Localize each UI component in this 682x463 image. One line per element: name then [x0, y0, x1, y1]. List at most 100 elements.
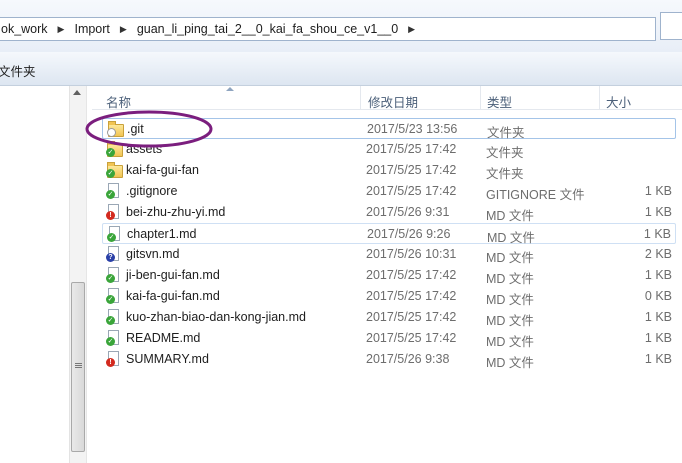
file-date: 2017/5/25 17:42	[366, 331, 457, 345]
column-header-size[interactable]: 大小	[606, 92, 631, 111]
file-date: 2017/5/25 17:42	[366, 268, 457, 282]
file-date: 2017/5/25 17:42	[366, 289, 457, 303]
file-type: MD 文件	[486, 272, 534, 286]
file-date: 2017/5/26 9:31	[366, 205, 450, 219]
file-name: kuo-zhan-biao-dan-kong-jian.md	[126, 310, 306, 324]
file-row[interactable]: ✓ kuo-zhan-biao-dan-kong-jian.md 2017/5/…	[102, 307, 676, 328]
file-icon: ✓	[106, 267, 122, 283]
file-row[interactable]: ! SUMMARY.md 2017/5/26 9:38 MD 文件 1 KB	[102, 349, 676, 370]
ok-check-icon: ✓	[106, 148, 115, 157]
file-name: assets	[126, 142, 163, 156]
file-row[interactable]: ✓ chapter1.md 2017/5/26 9:26 MD 文件 1 KB	[102, 223, 676, 245]
scrollbar-thumb[interactable]	[71, 282, 85, 452]
file-row[interactable]: ✓ ji-ben-gui-fan.md 2017/5/25 17:42 MD 文…	[102, 265, 676, 286]
file-type: 文件夹	[486, 167, 524, 181]
file-type: GITIGNORE 文件	[486, 188, 585, 202]
file-row[interactable]: ✓ kai-fa-gui-fan 2017/5/25 17:42 文件夹	[102, 160, 676, 181]
file-size: 1 KB	[644, 205, 672, 219]
file-name: README.md	[126, 331, 201, 345]
column-header-date[interactable]: 修改日期	[368, 92, 418, 111]
file-size: 1 KB	[644, 268, 672, 282]
address-bar: ok_work ▶ Import ▶ guan_li_ping_tai_2__0…	[0, 0, 682, 52]
folder-icon: ✓	[106, 141, 123, 157]
breadcrumb-item-ok-work[interactable]: ok_work	[0, 22, 54, 36]
column-divider[interactable]	[360, 86, 361, 110]
file-row[interactable]: ✓ README.md 2017/5/25 17:42 MD 文件 1 KB	[102, 328, 676, 349]
file-icon: ?	[106, 246, 122, 262]
ok-check-icon: ✓	[106, 190, 115, 199]
file-type: 文件夹	[486, 146, 524, 160]
file-date: 2017/5/25 17:42	[366, 142, 457, 156]
ok-check-icon: ✓	[106, 169, 115, 178]
file-name: .git	[127, 122, 144, 136]
scroll-up-arrow-icon[interactable]	[73, 90, 81, 95]
file-date: 2017/5/25 17:42	[366, 184, 457, 198]
file-size: 1 KB	[644, 310, 672, 324]
scrollbar-grip-icon	[75, 363, 82, 364]
file-icon: ✓	[106, 309, 122, 325]
file-name: gitsvn.md	[126, 247, 180, 261]
file-icon: !	[106, 351, 122, 367]
file-name: kai-fa-gui-fan	[126, 163, 199, 177]
file-icon: ✓	[106, 330, 122, 346]
unversioned-icon: ?	[106, 253, 115, 262]
file-icon: ✓	[107, 226, 123, 242]
breadcrumb-item-import[interactable]: Import	[70, 22, 115, 36]
file-icon: ✓	[106, 288, 122, 304]
breadcrumb[interactable]: ok_work ▶ Import ▶ guan_li_ping_tai_2__0…	[0, 17, 656, 41]
file-date: 2017/5/23 13:56	[367, 122, 458, 136]
column-header-type[interactable]: 类型	[487, 92, 512, 111]
file-row[interactable]: ✓ assets 2017/5/25 17:42 文件夹	[102, 139, 676, 160]
file-date: 2017/5/25 17:42	[366, 163, 457, 177]
ok-check-icon: ✓	[106, 295, 115, 304]
toolbar: 文件夹	[0, 52, 682, 86]
file-type: MD 文件	[486, 314, 534, 328]
file-row[interactable]: ? gitsvn.md 2017/5/26 10:31 MD 文件 2 KB	[102, 244, 676, 265]
pane-divider[interactable]	[86, 86, 92, 463]
breadcrumb-separator-icon[interactable]: ▶	[54, 24, 71, 35]
sort-ascending-icon	[226, 87, 234, 91]
breadcrumb-separator-icon[interactable]: ▶	[116, 24, 133, 35]
column-header-bar: 名称 修改日期 类型 大小	[92, 86, 682, 110]
file-size: 1 KB	[643, 227, 671, 241]
file-name: .gitignore	[126, 184, 178, 198]
search-box[interactable]	[660, 12, 682, 40]
file-type: MD 文件	[486, 356, 534, 370]
modified-icon: !	[106, 358, 115, 367]
file-row[interactable]: .git 2017/5/23 13:56 文件夹	[102, 118, 676, 140]
file-name: ji-ben-gui-fan.md	[126, 268, 220, 282]
folder-icon	[107, 121, 124, 137]
column-header-name[interactable]: 名称	[106, 92, 131, 111]
file-size: 1 KB	[644, 352, 672, 366]
file-name: chapter1.md	[127, 227, 197, 241]
file-type: MD 文件	[486, 335, 534, 349]
file-date: 2017/5/26 9:26	[367, 227, 451, 241]
folder-icon: ✓	[106, 162, 123, 178]
file-row[interactable]: ! bei-zhu-zhu-yi.md 2017/5/26 9:31 MD 文件…	[102, 202, 676, 223]
file-icon: ✓	[106, 183, 122, 199]
navigation-pane-scrollbar[interactable]	[69, 86, 86, 463]
ok-check-icon: ✓	[107, 233, 116, 242]
breadcrumb-item-current-folder[interactable]: guan_li_ping_tai_2__0_kai_fa_shou_ce_v1_…	[133, 22, 404, 36]
file-name: SUMMARY.md	[126, 352, 209, 366]
ignored-icon	[107, 128, 116, 137]
column-divider[interactable]	[599, 86, 600, 110]
file-type: MD 文件	[486, 209, 534, 223]
file-type: MD 文件	[486, 251, 534, 265]
file-size: 1 KB	[644, 184, 672, 198]
file-name: kai-fa-gui-fan.md	[126, 289, 220, 303]
file-size: 0 KB	[644, 289, 672, 303]
breadcrumb-separator-icon[interactable]: ▶	[404, 24, 421, 35]
file-date: 2017/5/25 17:42	[366, 310, 457, 324]
file-row[interactable]: ✓ .gitignore 2017/5/25 17:42 GITIGNORE 文…	[102, 181, 676, 202]
file-type: MD 文件	[486, 293, 534, 307]
file-size: 1 KB	[644, 331, 672, 345]
file-date: 2017/5/26 10:31	[366, 247, 457, 261]
file-date: 2017/5/26 9:38	[366, 352, 450, 366]
file-size: 2 KB	[644, 247, 672, 261]
new-folder-button[interactable]: 文件夹	[0, 61, 36, 80]
file-icon: !	[106, 204, 122, 220]
file-row[interactable]: ✓ kai-fa-gui-fan.md 2017/5/25 17:42 MD 文…	[102, 286, 676, 307]
column-divider[interactable]	[480, 86, 481, 110]
file-name: bei-zhu-zhu-yi.md	[126, 205, 226, 219]
